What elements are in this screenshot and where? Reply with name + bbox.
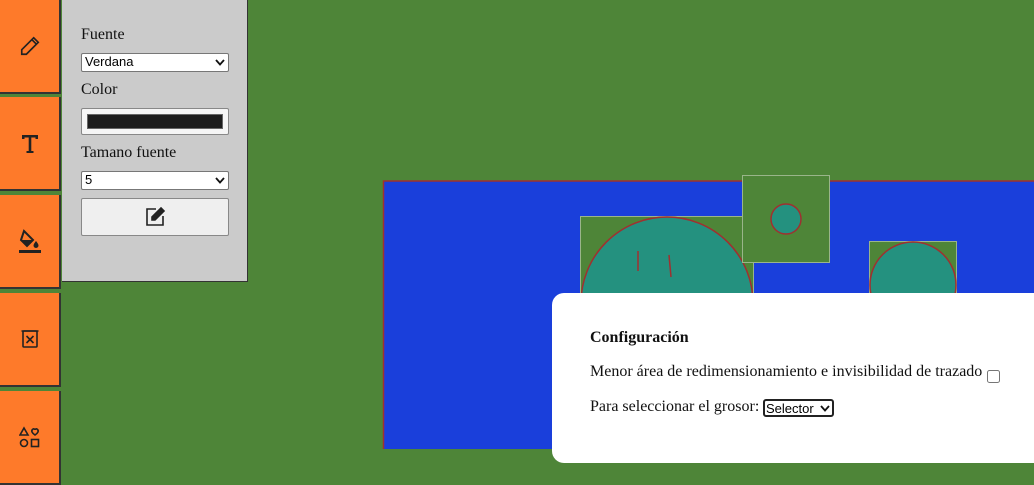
pencil-tool-button[interactable] (0, 0, 61, 94)
shapes-tool-button[interactable] (0, 391, 61, 485)
shapes-icon (19, 426, 41, 448)
chevron-down-icon (820, 405, 830, 412)
edit-icon (144, 206, 166, 228)
thickness-select-value: Selector (766, 401, 814, 416)
font-label: Fuente (81, 26, 125, 44)
dialog-title: Configuración (590, 329, 689, 347)
resize-option-label: Menor área de redimensionamiento e invis… (590, 363, 982, 381)
thickness-label: Para seleccionar el grosor: (590, 398, 759, 416)
delete-icon (21, 329, 39, 349)
color-swatch (87, 114, 223, 129)
text-icon (20, 132, 40, 154)
font-size-select[interactable]: 5 (81, 171, 229, 190)
font-size-label: Tamano fuente (81, 144, 176, 162)
pencil-icon (19, 35, 41, 57)
text-tool-button[interactable] (0, 97, 61, 191)
delete-tool-button[interactable] (0, 293, 61, 387)
chevron-down-icon (215, 177, 225, 184)
text-options-panel: Fuente Verdana Color Tamano fuente 5 (62, 0, 248, 282)
paint-bucket-icon (18, 228, 42, 254)
color-picker[interactable] (81, 108, 229, 135)
chevron-down-icon (215, 59, 225, 66)
font-size-value: 5 (85, 172, 92, 187)
tool-bar (0, 0, 62, 449)
color-label: Color (81, 81, 117, 99)
font-select-value: Verdana (85, 54, 133, 69)
edit-text-button[interactable] (81, 198, 229, 236)
thickness-select[interactable]: Selector (763, 399, 834, 417)
font-select[interactable]: Verdana (81, 53, 229, 72)
small-circle[interactable] (771, 204, 801, 234)
fill-tool-button[interactable] (0, 195, 61, 289)
configuration-dialog: Configuración Menor área de redimensiona… (552, 293, 1034, 463)
resize-option-checkbox[interactable] (987, 370, 1000, 383)
